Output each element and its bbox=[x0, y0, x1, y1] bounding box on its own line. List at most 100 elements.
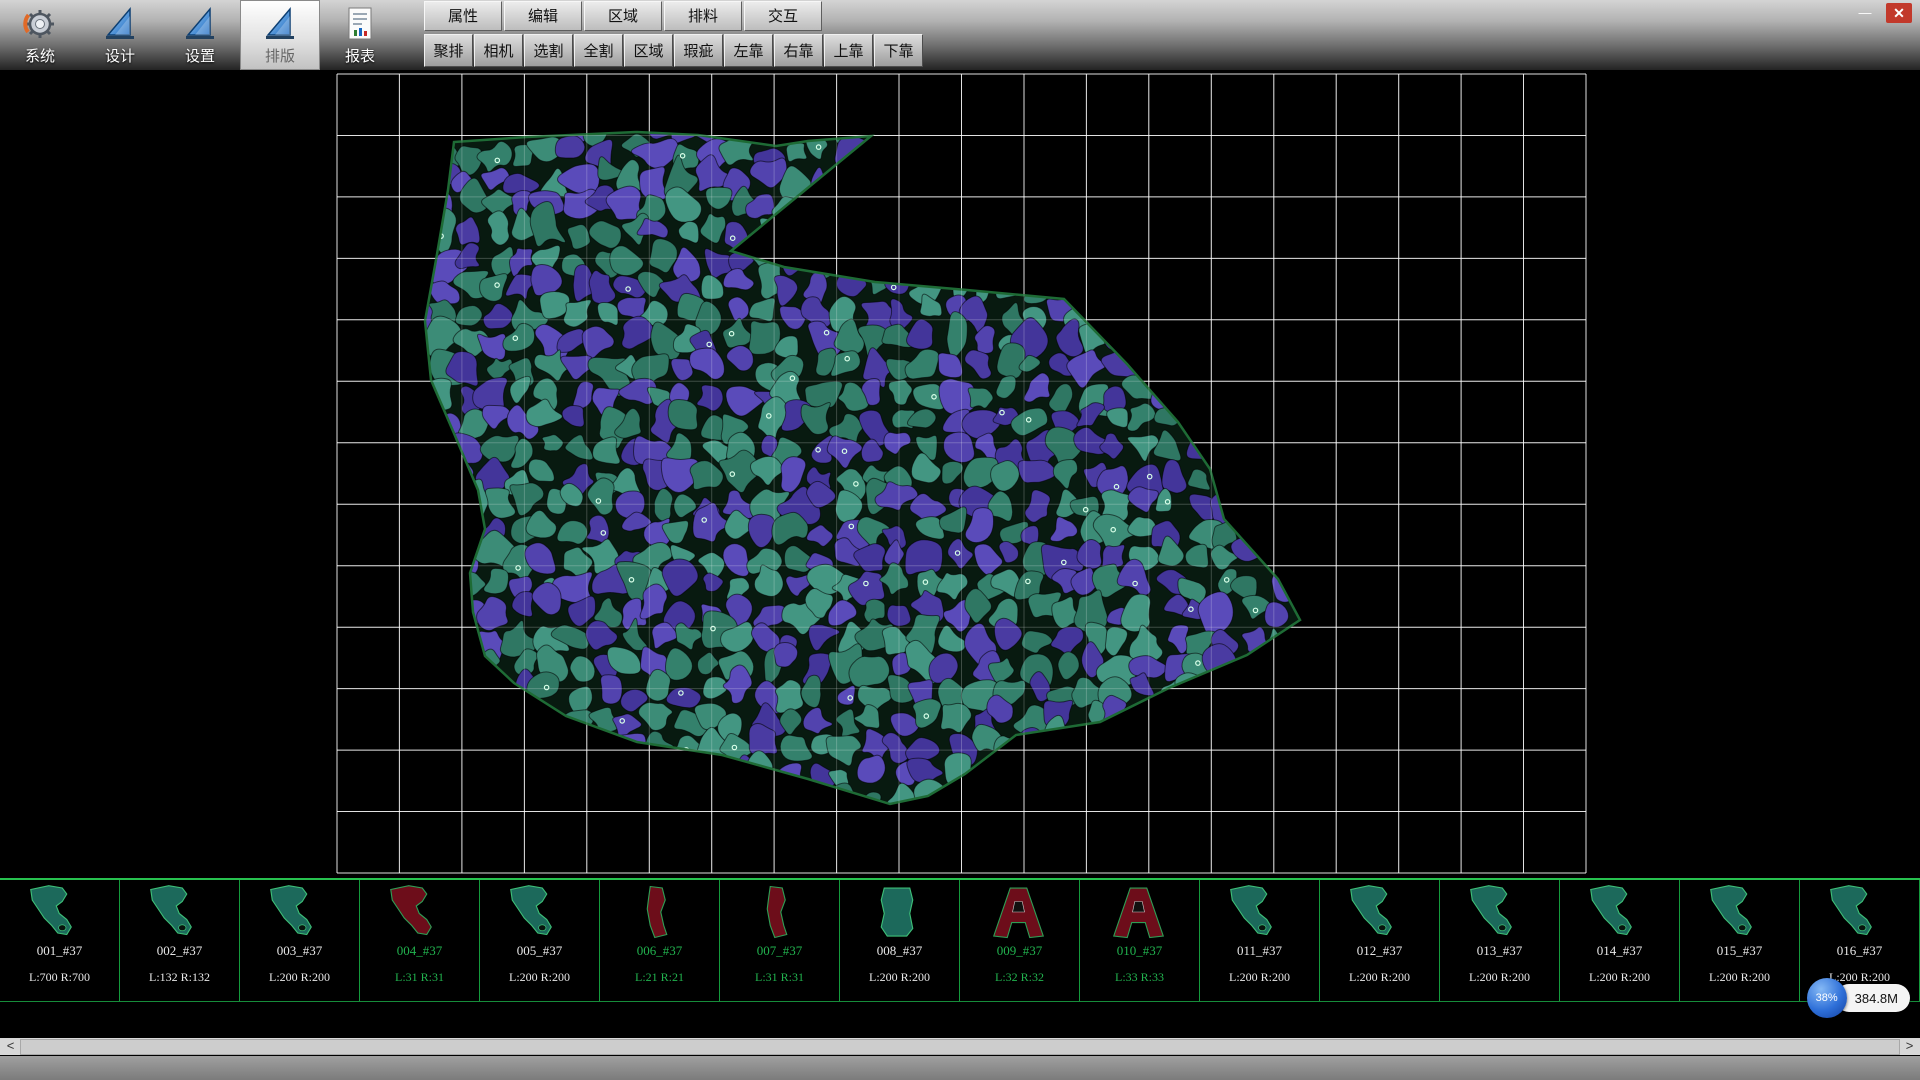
piece-lr-label: L:200 R:200 bbox=[869, 970, 930, 985]
piece-shape bbox=[5, 882, 115, 942]
app-button-1[interactable]: 系统 bbox=[0, 0, 80, 70]
piece-shape bbox=[1805, 882, 1915, 942]
menu-tab-4[interactable]: 排料 bbox=[664, 1, 742, 31]
piece-thumbnail-strip: 001_#37L:700 R:700002_#37L:132 R:132003_… bbox=[0, 878, 1920, 1002]
piece-thumbnail-12[interactable]: 012_#37 L:200 R:200 bbox=[1320, 880, 1440, 1001]
piece-shape bbox=[1445, 882, 1555, 942]
piece-thumbnail-14[interactable]: 014_#37L:200 R:200 bbox=[1560, 880, 1680, 1001]
piece-shape bbox=[965, 882, 1075, 942]
piece-id-label: 015_#37 bbox=[1717, 943, 1763, 959]
sail-icon bbox=[261, 4, 299, 44]
tool-button-5[interactable]: 区域 bbox=[624, 34, 673, 67]
piece-lr-label: L:31 R:31 bbox=[395, 970, 444, 985]
menu-tab-5[interactable]: 交互 bbox=[744, 1, 822, 31]
piece-id-label: 013_#37 bbox=[1477, 943, 1523, 959]
app-button-label: 系统 bbox=[25, 45, 55, 66]
app-button-label: 设计 bbox=[105, 45, 135, 66]
piece-lr-label: L:700 R:700 bbox=[29, 970, 90, 985]
piece-shape bbox=[365, 882, 475, 942]
piece-shape bbox=[245, 882, 355, 942]
menu-tab-1[interactable]: 属性 bbox=[424, 1, 502, 31]
piece-id-label: 014_#37 bbox=[1597, 943, 1643, 959]
piece-id-label: 016_#37 bbox=[1837, 943, 1883, 959]
piece-shape bbox=[1685, 882, 1795, 942]
piece-thumbnail-15[interactable]: 015_#37 L:200 R:200 bbox=[1680, 880, 1800, 1001]
tool-button-6[interactable]: 瑕疵 bbox=[674, 34, 723, 67]
scroll-left-arrow[interactable]: < bbox=[2, 1038, 19, 1055]
app-toolbar: 系统 设计 设置 排版 报表 bbox=[0, 0, 400, 70]
piece-thumbnail-6[interactable]: 006_#37 L:21 R:21 bbox=[600, 880, 720, 1001]
piece-lr-label: L:33 R:33 bbox=[1115, 970, 1164, 985]
tool-button-4[interactable]: 全割 bbox=[574, 34, 623, 67]
piece-lr-label: L:200 R:200 bbox=[1349, 970, 1410, 985]
piece-shape bbox=[605, 882, 715, 942]
piece-id-label: 008_#37 bbox=[877, 943, 923, 959]
piece-thumbnail-5[interactable]: 005_#37 L:200 R:200 bbox=[480, 880, 600, 1001]
piece-thumbnail-10[interactable]: 010_#37 L:33 R:33 bbox=[1080, 880, 1200, 1001]
app-button-3[interactable]: 设置 bbox=[160, 0, 240, 70]
horizontal-scrollbar[interactable]: < > bbox=[0, 1038, 1920, 1055]
piece-id-label: 009_#37 bbox=[997, 943, 1043, 959]
close-button[interactable]: ✕ bbox=[1886, 3, 1912, 23]
piece-lr-label: L:32 R:32 bbox=[995, 970, 1044, 985]
piece-thumbnail-3[interactable]: 003_#37L:200 R:200 bbox=[240, 880, 360, 1001]
piece-id-label: 006_#37 bbox=[637, 943, 683, 959]
tool-button-1[interactable]: 聚排 bbox=[424, 34, 473, 67]
piece-thumbnail-8[interactable]: 008_#37 L:200 R:200 bbox=[840, 880, 960, 1001]
piece-thumbnail-4[interactable]: 004_#37 L:31 R:31 bbox=[360, 880, 480, 1001]
menu-tab-3[interactable]: 区域 bbox=[584, 1, 662, 31]
app-button-label: 设置 bbox=[185, 45, 215, 66]
window-controls: — ✕ bbox=[1852, 3, 1912, 23]
app-button-5[interactable]: 报表 bbox=[320, 0, 400, 70]
app-button-2[interactable]: 设计 bbox=[80, 0, 160, 70]
tool-row: 聚排相机选割全割区域瑕疵左靠右靠上靠下靠 bbox=[424, 34, 923, 67]
scrollbar-thumb[interactable] bbox=[20, 1039, 1900, 1055]
menu-tabs: 属性编辑区域排料交互 bbox=[424, 1, 923, 31]
menu-tab-2[interactable]: 编辑 bbox=[504, 1, 582, 31]
titlebar: 系统设计设置排版报表 属性编辑区域排料交互 聚排相机选割全割区域瑕疵左靠右靠上靠… bbox=[0, 0, 1920, 70]
piece-shape bbox=[1205, 882, 1315, 942]
piece-id-label: 011_#37 bbox=[1237, 943, 1282, 959]
nesting-canvas[interactable] bbox=[0, 70, 1920, 878]
piece-thumbnail-1[interactable]: 001_#37 L:700 R:700 bbox=[0, 880, 120, 1001]
piece-lr-label: L:21 R:21 bbox=[635, 970, 684, 985]
tool-button-7[interactable]: 左靠 bbox=[724, 34, 773, 67]
piece-shape bbox=[125, 882, 235, 942]
piece-thumbnail-9[interactable]: 009_#37 L:32 R:32 bbox=[960, 880, 1080, 1001]
minimize-button[interactable]: — bbox=[1852, 3, 1878, 23]
sail-icon bbox=[101, 4, 139, 44]
piece-lr-label: L:200 R:200 bbox=[509, 970, 570, 985]
menu-area: 属性编辑区域排料交互 聚排相机选割全割区域瑕疵左靠右靠上靠下靠 bbox=[424, 1, 923, 67]
app-button-label: 报表 bbox=[345, 45, 375, 66]
piece-id-label: 003_#37 bbox=[277, 943, 323, 959]
tool-button-8[interactable]: 右靠 bbox=[774, 34, 823, 67]
piece-lr-label: L:31 R:31 bbox=[755, 970, 804, 985]
piece-id-label: 010_#37 bbox=[1117, 943, 1163, 959]
piece-id-label: 012_#37 bbox=[1357, 943, 1403, 959]
piece-id-label: 007_#37 bbox=[757, 943, 803, 959]
piece-id-label: 005_#37 bbox=[517, 943, 563, 959]
report-icon bbox=[341, 4, 379, 44]
app-button-4[interactable]: 排版 bbox=[240, 0, 320, 70]
tool-button-3[interactable]: 选割 bbox=[524, 34, 573, 67]
piece-shape bbox=[1325, 882, 1435, 942]
tool-button-10[interactable]: 下靠 bbox=[874, 34, 923, 67]
piece-shape bbox=[845, 882, 955, 942]
piece-id-label: 004_#37 bbox=[397, 943, 443, 959]
piece-shape bbox=[725, 882, 835, 942]
piece-lr-label: L:200 R:200 bbox=[1709, 970, 1770, 985]
piece-lr-label: L:200 R:200 bbox=[1229, 970, 1290, 985]
piece-thumbnail-2[interactable]: 002_#37L:132 R:132 bbox=[120, 880, 240, 1001]
tool-button-2[interactable]: 相机 bbox=[474, 34, 523, 67]
scroll-right-arrow[interactable]: > bbox=[1901, 1038, 1918, 1055]
piece-thumbnail-13[interactable]: 013_#37 L:200 R:200 bbox=[1440, 880, 1560, 1001]
piece-id-label: 002_#37 bbox=[157, 943, 203, 959]
piece-id-label: 001_#37 bbox=[37, 943, 83, 959]
piece-lr-label: L:200 R:200 bbox=[1469, 970, 1530, 985]
tool-button-9[interactable]: 上靠 bbox=[824, 34, 873, 67]
piece-thumbnail-11[interactable]: 011_#37 L:200 R:200 bbox=[1200, 880, 1320, 1001]
piece-shape bbox=[1085, 882, 1195, 942]
piece-shape bbox=[485, 882, 595, 942]
piece-thumbnail-7[interactable]: 007_#37 L:31 R:31 bbox=[720, 880, 840, 1001]
app-button-label: 排版 bbox=[265, 45, 295, 66]
